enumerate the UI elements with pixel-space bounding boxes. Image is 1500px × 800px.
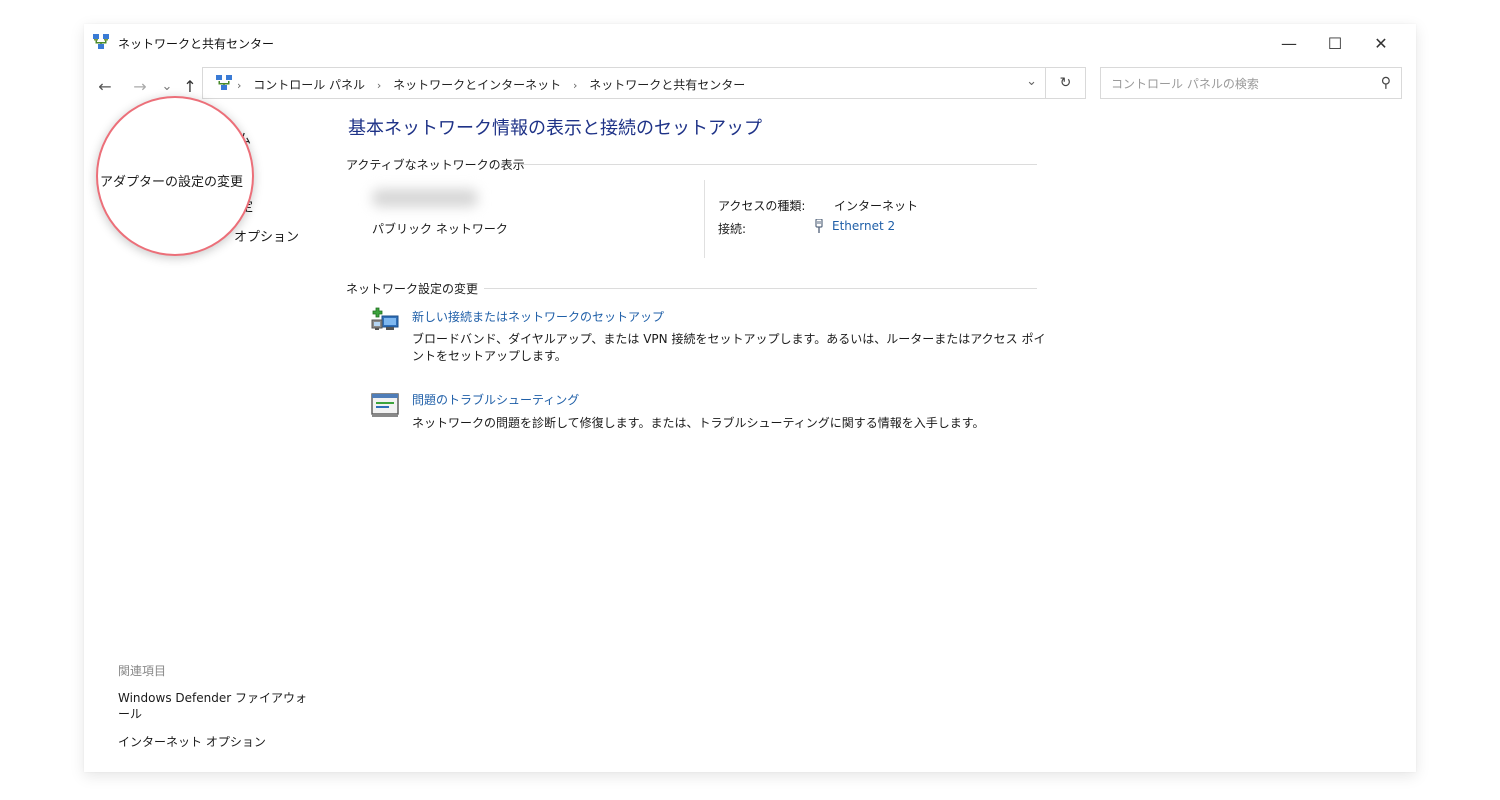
search-icon[interactable]: ⚲ [1381,75,1391,91]
page-title: 基本ネットワーク情報の表示と接続のセットアップ [348,118,762,139]
refresh-icon: ↻ [1059,75,1072,91]
ethernet-icon [815,219,823,233]
ethernet-connection-link[interactable]: Ethernet 2 [814,219,895,233]
sidebar-link-change-adapter-settings[interactable]: アダプターの設定の変更 [100,171,243,190]
search-box[interactable]: ⚲ [1100,67,1402,100]
maximize-icon: ☐ [1327,33,1343,53]
connection-name[interactable]: Ethernet 2 [832,219,895,233]
section-divider [520,164,1037,165]
related-link-firewall[interactable]: Windows Defender ファイアウォール [118,690,318,722]
close-icon: ✕ [1374,33,1388,53]
troubleshoot-description: ネットワークの問題を診断して修復します。または、トラブルシューティングに関する情… [412,416,985,430]
minimize-icon: — [1281,33,1297,53]
back-button[interactable]: ← [92,74,118,98]
search-input[interactable] [1109,68,1373,100]
active-networks-header: アクティブなネットワークの表示 [346,158,525,172]
minimize-button[interactable]: — [1266,24,1312,62]
refresh-button[interactable]: ↻ [1046,67,1086,99]
breadcrumb-control-panel[interactable]: コントロール パネル [253,78,365,92]
recent-locations-button[interactable]: ⌄ [158,74,176,98]
window-title: ネットワークと共有センター [118,37,275,51]
control-panel-icon [216,75,232,90]
address-bar[interactable]: › コントロール パネル › ネットワークとインターネット › ネットワークと共… [202,67,1046,99]
breadcrumb-network-sharing-center[interactable]: ネットワークと共有センター [589,78,745,92]
breadcrumb-network-internet[interactable]: ネットワークとインターネット [393,78,561,92]
section-divider [484,288,1037,289]
breadcrumb-separator: › [237,79,242,92]
title-bar: ネットワークと共有センター — ☐ ✕ [84,24,1416,62]
up-button[interactable]: ↑ [180,74,200,98]
new-connection-icon [371,307,399,330]
network-name-redacted [372,189,478,207]
connection-label: 接続: [718,222,747,236]
control-panel-window: ネットワークと共有センター — ☐ ✕ ← → ⌄ ↑ › コントロール パネル… [84,24,1416,772]
related-items-heading: 関連項目 [118,664,167,678]
troubleshoot-link[interactable]: 問題のトラブルシューティング [412,391,579,408]
troubleshoot-icon [371,393,399,417]
new-connection-description: ブロードバンド、ダイヤルアップ、または VPN 接続をセットアップします。あるい… [412,332,1046,363]
address-dropdown-icon[interactable]: ⌄ [1026,74,1037,89]
close-button[interactable]: ✕ [1358,24,1404,62]
forward-button[interactable]: → [128,74,152,98]
related-link-internet-options[interactable]: インターネット オプション [118,734,318,750]
forward-arrow-icon: → [133,76,147,96]
network-center-icon [93,34,109,49]
back-arrow-icon: ← [98,76,112,96]
vertical-divider [704,180,705,258]
breadcrumb: › コントロール パネル › ネットワークとインターネット › ネットワークと共… [237,76,745,93]
network-type-link[interactable]: パブリック ネットワーク [372,220,508,237]
breadcrumb-separator[interactable]: › [573,79,577,92]
access-type-value: インターネット [834,199,919,213]
breadcrumb-separator[interactable]: › [377,79,381,92]
chevron-down-icon: ⌄ [161,78,173,94]
up-arrow-icon: ↑ [183,76,197,96]
access-type-label: アクセスの種類: [718,199,806,213]
sidebar-link-partial-bottom[interactable]: オプション [234,226,299,245]
maximize-button[interactable]: ☐ [1312,24,1358,62]
change-settings-header: ネットワーク設定の変更 [346,282,479,296]
new-connection-link[interactable]: 新しい接続またはネットワークのセットアップ [412,308,664,325]
